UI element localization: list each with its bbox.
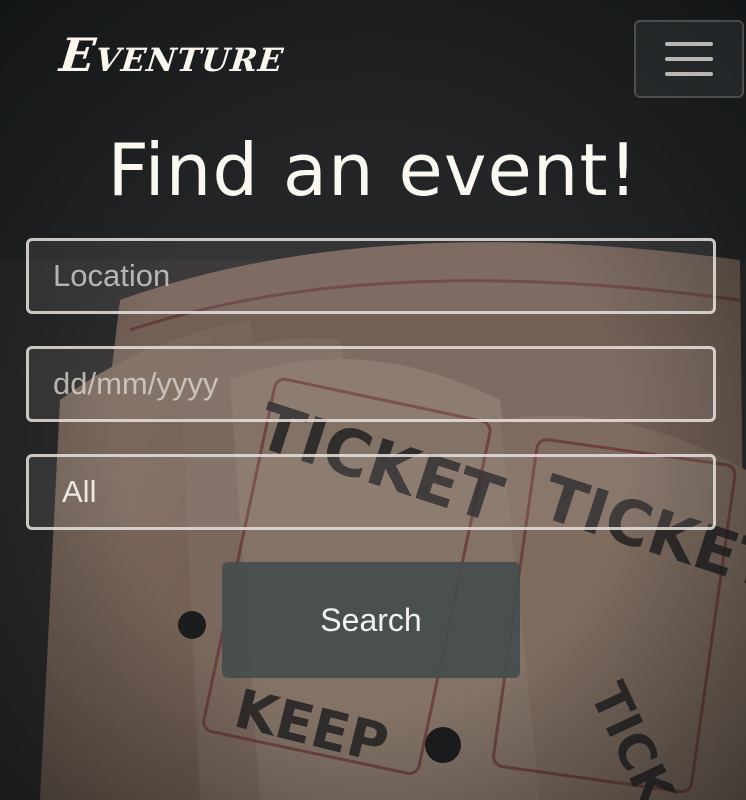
hamburger-menu-icon (665, 57, 713, 61)
search-button[interactable]: Search (222, 562, 520, 678)
menu-toggle-button[interactable] (634, 20, 744, 98)
hamburger-menu-icon (665, 72, 713, 76)
date-input[interactable] (26, 346, 716, 422)
location-input[interactable] (26, 238, 716, 314)
category-select[interactable]: All (26, 454, 716, 530)
hero-section: TICKET TICKET KEEP TICK Eventure Find an… (0, 0, 746, 800)
hamburger-menu-icon (665, 42, 713, 46)
page-title: Find an event! (107, 128, 639, 212)
category-select-value: All (62, 474, 97, 509)
brand-logo[interactable]: Eventure (57, 28, 287, 82)
